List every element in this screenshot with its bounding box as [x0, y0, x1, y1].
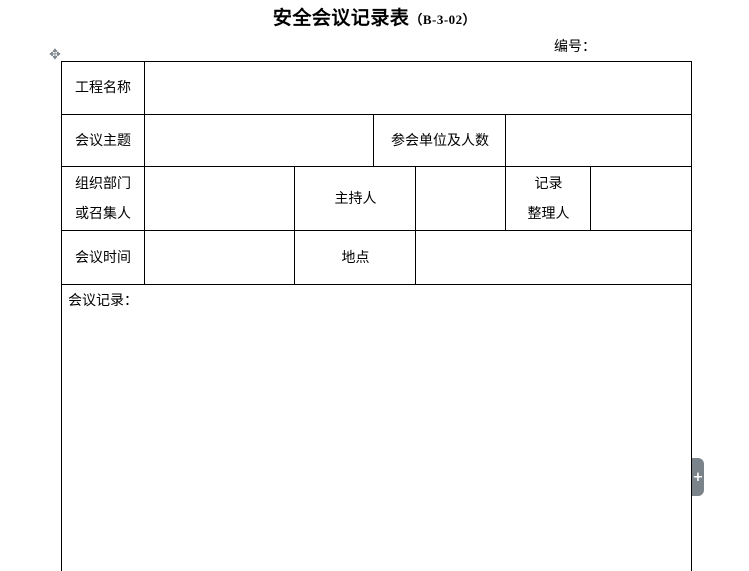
location-field[interactable] — [417, 231, 690, 284]
organizer-label-line1: 组织部门 — [75, 175, 131, 192]
minutes-field[interactable] — [62, 310, 690, 566]
organizer-label: 组织部门 或召集人 — [62, 167, 144, 230]
form-code: （B-3-02） — [409, 12, 477, 27]
organizer-label-line2: 或召集人 — [75, 205, 131, 222]
col-divider — [505, 114, 506, 230]
plus-icon[interactable]: + — [692, 458, 704, 496]
col-divider — [590, 166, 591, 230]
attendees-field[interactable] — [507, 115, 690, 166]
organizer-field[interactable] — [146, 167, 294, 230]
meeting-time-field[interactable] — [146, 231, 294, 284]
meeting-topic-field[interactable] — [146, 115, 373, 166]
serial-label: 编号： — [554, 39, 596, 55]
meeting-topic-label: 会议主题 — [75, 132, 131, 149]
recorder-label-line2: 整理人 — [527, 205, 570, 222]
col-divider — [415, 166, 416, 284]
location-label: 地点 — [341, 249, 370, 266]
col-divider — [373, 114, 374, 166]
row-divider — [61, 284, 692, 285]
title-text: 安全会议记录表 — [272, 7, 410, 29]
col-divider — [294, 166, 295, 284]
host-field[interactable] — [417, 167, 505, 230]
document-title: 安全会议记录表（B-3-02） — [0, 3, 749, 30]
col-divider — [144, 61, 145, 284]
host-label: 主持人 — [334, 190, 377, 207]
recorder-field[interactable] — [592, 167, 690, 230]
project-name-label: 工程名称 — [75, 80, 131, 96]
recorder-label: 记录 整理人 — [507, 167, 590, 230]
attendees-label: 参会单位及人数 — [391, 132, 489, 149]
project-name-field[interactable] — [146, 62, 690, 114]
serial-number: 编号： — [554, 36, 596, 56]
meeting-time-label: 会议时间 — [75, 249, 131, 266]
minutes-label: 会议记录： — [68, 293, 138, 309]
recorder-label-line1: 记录 — [534, 175, 563, 192]
